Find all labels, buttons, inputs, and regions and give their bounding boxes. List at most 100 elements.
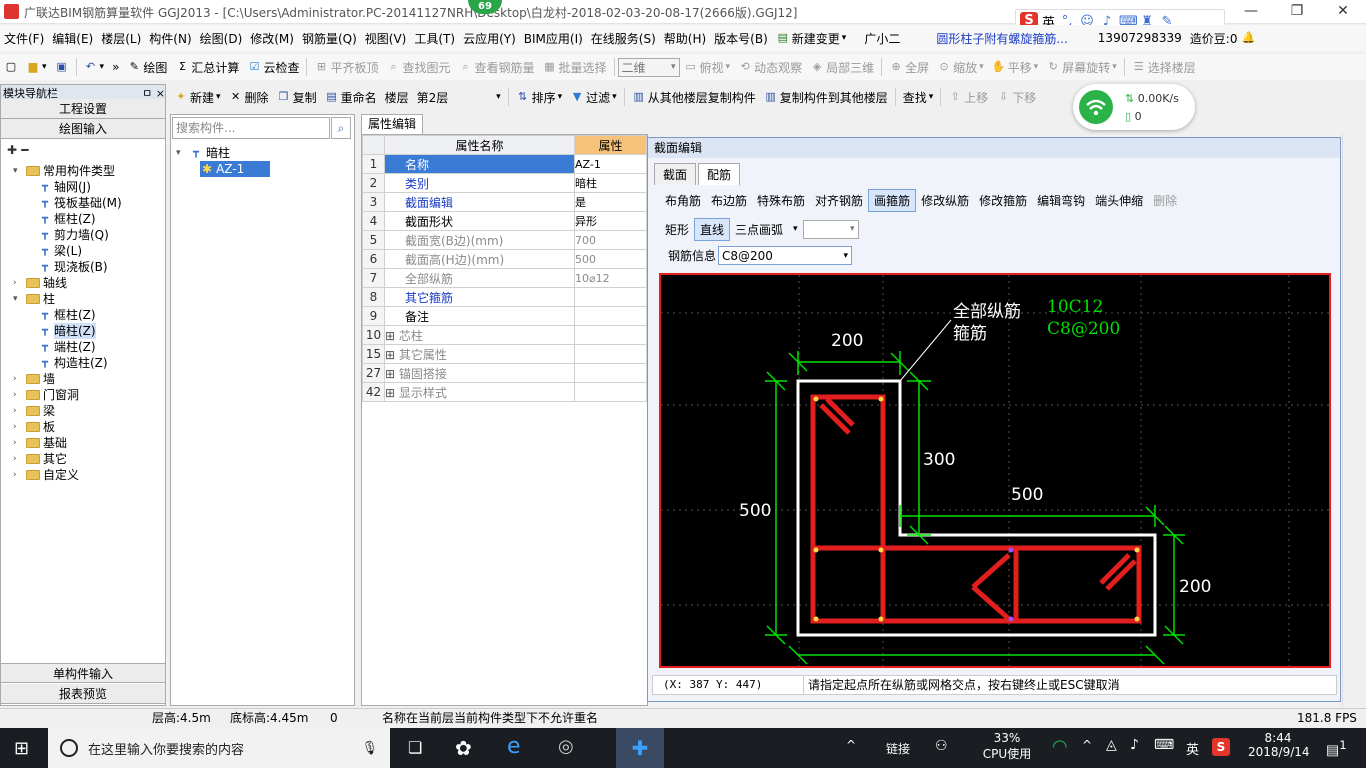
find-element-button[interactable]: ⌕ 查找图元	[382, 59, 454, 76]
tree-folder[interactable]: ▾ 常用构件类型	[1, 163, 165, 179]
tree-folder[interactable]: › 轴线	[1, 275, 165, 291]
special-rebar-button[interactable]: 特殊布筋	[752, 190, 810, 211]
wifi-tray-icon[interactable]: ◠	[1052, 736, 1068, 757]
edge-rebar-button[interactable]: 布边筋	[706, 190, 752, 211]
chevron-right-icon[interactable]: ›	[13, 419, 23, 435]
modify-stirrup-button[interactable]: 修改箍筋	[974, 190, 1032, 211]
chevron-down-icon[interactable]: ▾	[13, 163, 23, 179]
tree-folder[interactable]: › 其它	[1, 451, 165, 467]
delete-button[interactable]: ✕ 删除	[225, 89, 273, 106]
corner-rebar-button[interactable]: 布角筋	[660, 190, 706, 211]
pinned-app2-icon[interactable]: ◎	[558, 736, 574, 757]
menu-view[interactable]: 视图(V)	[361, 30, 411, 47]
tab-rebar[interactable]: 配筋	[698, 163, 741, 185]
chevron-down-icon[interactable]: ▾	[13, 291, 23, 307]
modify-long-button[interactable]: 修改纵筋	[916, 190, 974, 211]
link-label[interactable]: 链接	[886, 740, 910, 757]
component-search-input[interactable]: 搜索构件...	[172, 117, 330, 139]
flat-top-button[interactable]: ⊞ 平齐板顶	[310, 59, 382, 76]
sogou-tray-icon[interactable]: S	[1212, 738, 1230, 756]
menu-tools[interactable]: 工具(T)	[410, 30, 459, 47]
menu-rebar-qty[interactable]: 钢筋量(Q)	[298, 30, 361, 47]
zoom-button[interactable]: ⊙ 缩放 ▾	[933, 59, 988, 76]
tree-folder[interactable]: › 门窗洞	[1, 387, 165, 403]
edge-browser-icon[interactable]: e	[507, 734, 521, 759]
search-icon[interactable]: ⌕	[331, 117, 351, 139]
batch-select-button[interactable]: ▦ 批量选择	[539, 59, 611, 76]
mic-taskbar-icon[interactable]: 🎙	[361, 741, 378, 756]
expand-plus-icon[interactable]: ⊞	[386, 348, 399, 362]
pin-close-icon[interactable]: ㅁ ×	[142, 85, 165, 100]
tree-folder[interactable]: › 梁	[1, 403, 165, 419]
project-settings-button[interactable]: 工程设置	[1, 99, 165, 119]
taskbar-search-input[interactable]: 在这里输入你要搜索的内容 🎙	[48, 728, 390, 768]
delete-rebar-button[interactable]: 删除	[1148, 190, 1182, 211]
tree-item[interactable]: ┳ 轴网(J)	[1, 179, 165, 195]
chevron-right-icon[interactable]: ›	[13, 275, 23, 291]
draw-stirrup-button[interactable]: 画箍筋	[868, 188, 917, 212]
tree-folder[interactable]: › 墙	[1, 371, 165, 387]
tree-folder[interactable]: ▾ 柱	[1, 291, 165, 307]
menu-version[interactable]: 版本号(B)	[710, 30, 772, 47]
tree-item[interactable]: ┳ 暗柱(Z)	[1, 323, 165, 339]
property-row[interactable]: 15 ⊞ 其它属性	[362, 344, 647, 364]
menu-help[interactable]: 帮助(H)	[660, 30, 710, 47]
arc-param-select[interactable]: ▾	[802, 219, 859, 239]
network-widget[interactable]: ⇅ 0.00K/s ▯ 0	[1073, 84, 1195, 130]
chevron-right-icon[interactable]: ›	[13, 403, 23, 419]
vertical-scrollbar[interactable]	[1342, 134, 1358, 706]
line-button[interactable]: 直线	[694, 217, 731, 241]
tree-folder[interactable]: › 板	[1, 419, 165, 435]
property-row[interactable]: 7 全部纵筋 10⌀12	[362, 268, 647, 288]
new-file-button[interactable]: ▢	[0, 60, 22, 74]
ime-tray-lang[interactable]: 英	[1186, 739, 1199, 758]
menu-file[interactable]: 文件(F)	[0, 30, 48, 47]
tray-up-icon[interactable]: ^	[1082, 738, 1092, 752]
top-view-button[interactable]: ▭ 俯视 ▾	[680, 59, 735, 76]
property-row[interactable]: 8 其它箍筋	[362, 287, 647, 307]
menu-cloud[interactable]: 云应用(Y)	[459, 30, 520, 47]
save-button[interactable]: ▣	[51, 60, 73, 74]
menu-bim[interactable]: BIM应用(I)	[520, 30, 587, 47]
single-input-button[interactable]: 单构件输入	[1, 663, 165, 683]
rebar-info-select[interactable]: C8@200 ▾	[718, 246, 853, 265]
dynamic-view-button[interactable]: ⟲ 动态观察	[734, 59, 806, 76]
property-row[interactable]: 2 类别 暗柱	[362, 173, 647, 193]
rectangle-button[interactable]: 矩形	[660, 219, 694, 240]
end-stretch-button[interactable]: 端头伸缩	[1090, 190, 1148, 211]
property-row[interactable]: 5 截面宽(B边)(mm) 700	[362, 230, 647, 250]
pan-button[interactable]: ✋ 平移 ▾	[988, 59, 1043, 76]
open-button[interactable]: ▆ ▾	[22, 60, 51, 74]
copy-from-floor-button[interactable]: ▥ 从其他楼层复制构件	[628, 89, 760, 106]
arc-dropdown-icon[interactable]: ▾	[788, 222, 803, 236]
filter-button[interactable]: ▼ 过滤 ▾	[566, 89, 621, 106]
copy-to-floor-button[interactable]: ▥ 复制构件到其他楼层	[760, 89, 892, 106]
tray-expand-icon[interactable]: ^	[846, 738, 856, 752]
select-floor-button[interactable]: ☰ 选择楼层	[1128, 59, 1200, 76]
tree-item[interactable]: ┳ 筏板基础(M)	[1, 195, 165, 211]
notice-link[interactable]: 圆形柱子附有螺旋箍筋...	[932, 30, 1071, 47]
rotate-button[interactable]: ↻ 屏幕旋转 ▾	[1042, 59, 1121, 76]
task-view-icon[interactable]: ❏	[408, 738, 422, 757]
cloud-check-button[interactable]: ☑ 云检查	[243, 59, 303, 76]
new-component-button[interactable]: ✦ 新建 ▾	[170, 89, 225, 106]
minimize-button[interactable]: —	[1228, 0, 1274, 24]
people-icon[interactable]: ⚇	[935, 738, 948, 754]
section-canvas[interactable]: 全部纵筋 10C12 箍筋 C8@200 200 300 500 200 500	[659, 273, 1331, 668]
fullscreen-button[interactable]: ⊕ 全屏	[885, 59, 933, 76]
tree-item[interactable]: ┳ 梁(L)	[1, 243, 165, 259]
property-row[interactable]: 42 ⊞ 显示样式	[362, 382, 647, 402]
sort-button[interactable]: ⇅ 排序 ▾	[512, 89, 567, 106]
menu-online[interactable]: 在线服务(S)	[587, 30, 660, 47]
property-row[interactable]: 6 截面高(H边)(mm) 500	[362, 249, 647, 269]
maximize-button[interactable]: ❐	[1274, 0, 1320, 24]
windows-start-icon[interactable]: ⊞	[14, 738, 29, 759]
keyboard-tray-icon[interactable]: ⌨	[1154, 737, 1174, 753]
menu-floor[interactable]: 楼层(L)	[97, 30, 145, 47]
align-rebar-button[interactable]: 对齐钢筋	[810, 190, 868, 211]
property-row[interactable]: 27 ⊞ 锚固搭接	[362, 363, 647, 383]
tree-item[interactable]: ┳ 构造柱(Z)	[1, 355, 165, 371]
floor-select[interactable]: 第2层 ▾	[413, 89, 505, 106]
tree-item[interactable]: ┳ 端柱(Z)	[1, 339, 165, 355]
three-point-arc-button[interactable]: 三点画弧	[730, 219, 788, 240]
